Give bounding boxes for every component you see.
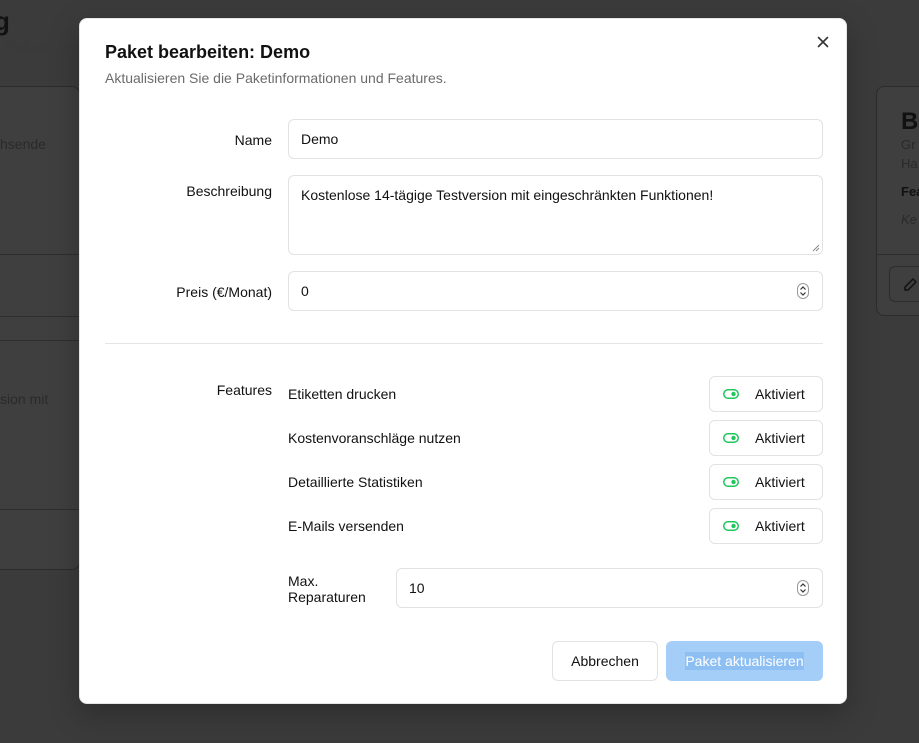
toggle-etiketten-drucken[interactable]: Aktiviert <box>709 376 823 412</box>
toggle-kostenvoranschlaege[interactable]: Aktiviert <box>709 420 823 456</box>
toggle-status-label: Aktiviert <box>755 518 805 534</box>
toggle-status-label: Aktiviert <box>755 430 805 446</box>
number-spinner-icon[interactable] <box>797 580 809 596</box>
toggle-status-label: Aktiviert <box>755 386 805 402</box>
bg-page-subtitle: Pakete und <box>4 40 85 57</box>
feature-label-emails: E-Mails versenden <box>288 518 404 534</box>
update-package-label: Paket aktualisieren <box>685 652 804 670</box>
number-spinner-icon[interactable] <box>797 283 809 299</box>
max-reparaturen-value: 10 <box>409 580 425 596</box>
name-label: Name <box>234 132 272 148</box>
beschreibung-value: Kostenlose 14-tägige Testversion mit ein… <box>301 187 714 203</box>
bg-card-features-heading: Fea <box>901 184 919 199</box>
section-divider <box>105 343 823 344</box>
resize-handle-icon[interactable] <box>812 244 820 252</box>
preis-label: Preis (€/Monat) <box>176 284 272 300</box>
name-input[interactable]: Demo <box>288 119 823 159</box>
cancel-button[interactable]: Abbrechen <box>552 641 658 681</box>
bg-card-text: Ke <box>901 212 917 227</box>
toggle-emails-versenden[interactable]: Aktiviert <box>709 508 823 544</box>
update-package-button[interactable]: Paket aktualisieren <box>666 641 823 681</box>
feature-label-statistiken: Detaillierte Statistiken <box>288 474 423 490</box>
bg-left-text: hsende <box>0 136 46 152</box>
bg-divider <box>877 254 919 255</box>
bg-page-title: g <box>0 6 10 36</box>
toggle-on-icon <box>723 521 739 531</box>
features-label: Features <box>216 382 272 398</box>
preis-input[interactable]: 0 <box>288 271 823 311</box>
feature-label-etiketten: Etiketten drucken <box>288 386 397 402</box>
close-button[interactable] <box>814 33 832 51</box>
preis-input-value: 0 <box>301 283 309 299</box>
toggle-on-icon <box>723 433 739 443</box>
max-reparaturen-input[interactable]: 10 <box>396 568 823 608</box>
dialog-title: Paket bearbeiten: Demo <box>105 42 311 62</box>
toggle-detaillierte-statistiken[interactable]: Aktiviert <box>709 464 823 500</box>
toggle-on-icon <box>723 477 739 487</box>
close-icon <box>817 36 829 48</box>
toggle-on-icon <box>723 389 739 399</box>
beschreibung-label: Beschreibung <box>186 183 272 199</box>
max-reparaturen-label-line2: Reparaturen <box>288 589 366 605</box>
max-reparaturen-label: Max. Reparaturen <box>288 574 388 604</box>
beschreibung-textarea[interactable]: Kostenlose 14-tägige Testversion mit ein… <box>288 175 823 255</box>
bg-card-title: Ba <box>901 108 919 135</box>
toggle-status-label: Aktiviert <box>755 474 805 490</box>
edit-package-dialog: Paket bearbeiten: Demo Aktualisieren Sie… <box>79 18 847 704</box>
max-reparaturen-label-line1: Max. <box>288 573 319 589</box>
pencil-icon <box>904 278 917 291</box>
bg-card-text: Ha <box>901 156 918 171</box>
feature-label-kostenvoranschlaege: Kostenvoranschläge nutzen <box>288 430 461 446</box>
bg-package-card-left <box>0 86 80 570</box>
bg-card-text: Gr <box>901 137 916 152</box>
bg-left-text: sion mit <box>0 391 49 407</box>
bg-edit-button <box>889 266 919 302</box>
name-input-value: Demo <box>301 131 339 147</box>
dialog-description: Aktualisieren Sie die Paketinformationen… <box>105 70 447 86</box>
